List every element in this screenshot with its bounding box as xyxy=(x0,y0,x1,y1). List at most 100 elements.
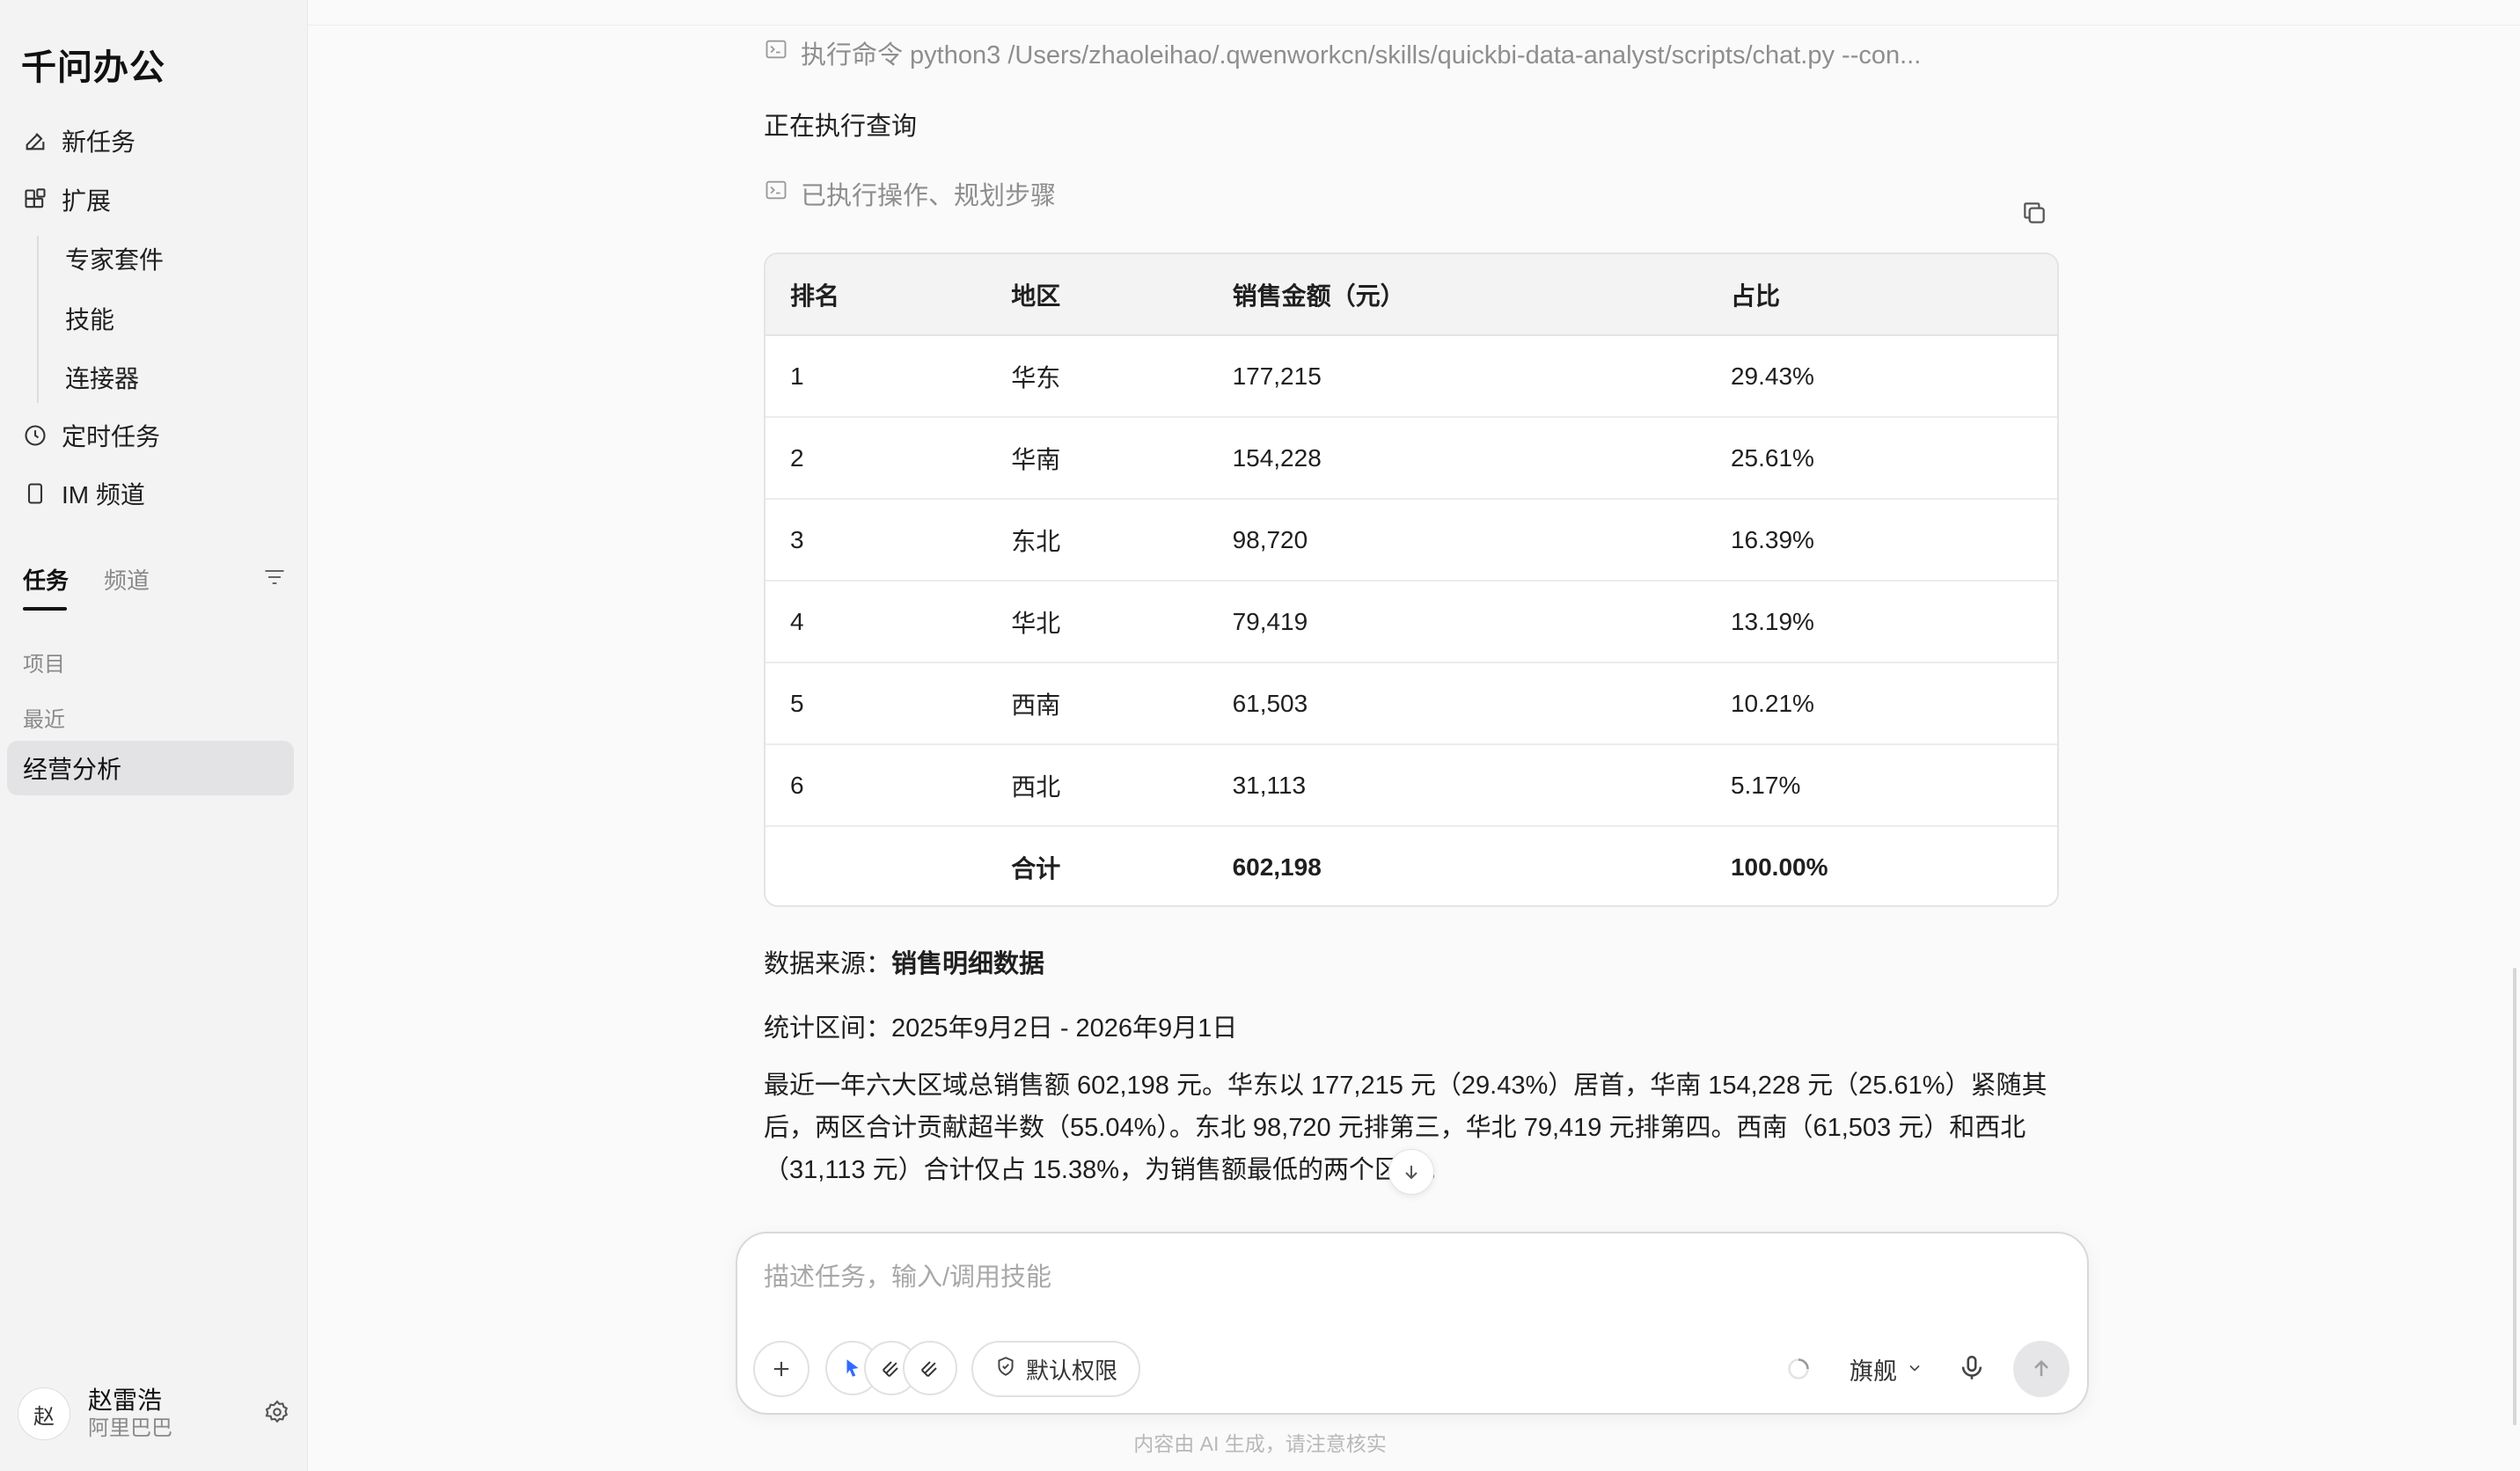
cell-share: 29.43% xyxy=(1730,362,1814,390)
table-header-row: 排名 地区 销售金额（元） 占比 xyxy=(766,254,2057,336)
cell-share: 5.17% xyxy=(1730,771,1801,799)
microphone-icon[interactable] xyxy=(1957,1353,1987,1387)
cell-region: 西北 xyxy=(1011,772,1061,801)
data-source: 数据来源：销售明细数据 xyxy=(764,943,1044,980)
nav-extensions[interactable]: 扩展 xyxy=(21,175,111,224)
cell-rank: 3 xyxy=(790,525,804,553)
edit-icon xyxy=(21,127,49,155)
header-region: 地区 xyxy=(986,254,1208,336)
nav-scheduled-tasks[interactable]: 定时任务 xyxy=(21,411,160,460)
nav-new-task[interactable]: 新任务 xyxy=(21,116,136,165)
cell-share: 16.39% xyxy=(1730,525,1814,553)
sub-tree-line xyxy=(37,236,39,403)
cell-region: 西南 xyxy=(1011,691,1061,719)
cell-region: 华南 xyxy=(1011,445,1061,473)
cell-amount: 154,228 xyxy=(1232,443,1322,472)
footer-note-text: 内容由 AI 生成，请注意核实 xyxy=(1133,1432,1387,1455)
table-row: 5 西南 61,503 10.21% xyxy=(766,662,2057,744)
cell-amount: 31,113 xyxy=(1232,771,1307,799)
cell-region: 东北 xyxy=(1011,527,1061,555)
cell-amount: 98,720 xyxy=(1232,525,1308,553)
phone-icon xyxy=(21,479,49,508)
cell-amount: 177,215 xyxy=(1232,362,1322,390)
command-text: 执行命令 python3 /Users/zhaoleihao/.qwenwork… xyxy=(801,41,1922,70)
ops-text: 已执行操作、规划步骤 xyxy=(801,182,1057,210)
cell-total-share: 100.00% xyxy=(1730,853,1828,881)
table-row: 1 华东 177,215 29.43% xyxy=(766,335,2057,417)
header-amount: 销售金额（元） xyxy=(1207,254,1706,336)
permission-label: 默认权限 xyxy=(1026,1357,1118,1384)
nav-im-channel[interactable]: IM 频道 xyxy=(21,469,145,518)
source-label: 数据来源： xyxy=(764,950,892,978)
copy-icon[interactable] xyxy=(2020,199,2048,231)
stat-period: 统计区间：2025年9月2日 - 2026年9月1日 xyxy=(764,1014,1238,1043)
app-title: 千问办公 xyxy=(21,48,165,87)
loading-spinner-icon xyxy=(1786,1357,1811,1386)
skill-chips xyxy=(825,1341,959,1397)
header-rank: 排名 xyxy=(766,254,987,336)
user-name: 赵雷浩 xyxy=(88,1387,163,1414)
source-value: 销售明细数据 xyxy=(891,950,1045,978)
cell-rank: 6 xyxy=(790,771,804,799)
cell-share: 10.21% xyxy=(1730,689,1814,717)
sidebar-item-connectors[interactable]: 连接器 xyxy=(65,353,139,402)
nav-label: 扩展 xyxy=(62,187,112,215)
cell-region: 华北 xyxy=(1011,609,1061,637)
cell-rank xyxy=(766,826,986,905)
top-divider xyxy=(308,25,2520,26)
sidebar: 千问办公 新任务 扩展 专家套件 技能 连接器 定时任务 IM 频道 任务 频道 xyxy=(0,0,308,1471)
composer: 默认权限 旗舰 xyxy=(736,1232,2089,1415)
table-row: 6 西北 31,113 5.17% xyxy=(766,744,2057,826)
table-row: 2 华南 154,228 25.61% xyxy=(766,417,2057,499)
section-projects: 项目 xyxy=(23,653,65,677)
clock-icon xyxy=(21,421,49,450)
task-channel-tabs: 任务 频道 xyxy=(23,553,287,614)
tab-underline xyxy=(23,607,67,611)
cell-region: 华东 xyxy=(1011,363,1061,392)
tab-channels[interactable]: 频道 xyxy=(104,553,150,605)
table-row: 3 东北 98,720 16.39% xyxy=(766,499,2057,581)
terminal-icon xyxy=(764,37,788,69)
chevron-down-icon xyxy=(1906,1356,1923,1383)
footer-note: 内容由 AI 生成，请注意核实 xyxy=(0,1427,2520,1457)
nav-label: 定时任务 xyxy=(62,423,161,450)
model-select[interactable]: 旗舰 xyxy=(1850,1348,1923,1390)
tab-tasks[interactable]: 任务 xyxy=(23,553,69,605)
permission-button[interactable]: 默认权限 xyxy=(971,1341,1141,1397)
send-button[interactable] xyxy=(2013,1341,2069,1397)
scroll-to-bottom-button[interactable] xyxy=(1388,1149,1434,1195)
table-row: 4 华北 79,419 13.19% xyxy=(766,581,2057,662)
cell-share: 13.19% xyxy=(1730,607,1814,635)
cell-amount: 79,419 xyxy=(1232,607,1308,635)
cell-rank: 5 xyxy=(790,689,804,717)
cell-rank: 1 xyxy=(790,362,804,390)
sidebar-item-expert-suite[interactable]: 专家套件 xyxy=(65,234,164,283)
shield-icon xyxy=(994,1355,1017,1384)
ops-log[interactable]: 已执行操作、规划步骤 xyxy=(764,174,1056,213)
filter-icon[interactable] xyxy=(262,565,287,594)
command-log[interactable]: 执行命令 python3 /Users/zhaoleihao/.qwenwork… xyxy=(764,33,1921,72)
scrollbar[interactable] xyxy=(2513,968,2516,1425)
cell-rank: 4 xyxy=(790,607,804,635)
cell-rank: 2 xyxy=(790,443,804,472)
recent-item-selected[interactable]: 经营分析 xyxy=(7,741,294,795)
status-text: 正在执行查询 xyxy=(764,113,918,141)
sales-table: 排名 地区 销售金额（元） 占比 1 华东 177,215 29.43% 2 华… xyxy=(764,252,2059,907)
task-input[interactable] xyxy=(764,1256,2057,1300)
layers-skill-icon[interactable] xyxy=(903,1341,957,1395)
cell-total-label: 合计 xyxy=(1011,855,1061,882)
nav-label: IM 频道 xyxy=(62,481,145,509)
extensions-icon xyxy=(21,186,49,214)
model-label: 旗舰 xyxy=(1850,1358,1897,1385)
nav-label: 新任务 xyxy=(62,128,136,156)
cell-total-amount: 602,198 xyxy=(1232,853,1322,881)
header-share: 占比 xyxy=(1705,254,2057,336)
gear-icon[interactable] xyxy=(264,1399,290,1430)
terminal-icon xyxy=(764,178,788,209)
table-total-row: 合计 602,198 100.00% xyxy=(766,826,2057,905)
cell-share: 25.61% xyxy=(1730,443,1814,472)
sidebar-item-skills[interactable]: 技能 xyxy=(65,294,114,343)
add-button[interactable] xyxy=(753,1341,809,1397)
section-recent: 最近 xyxy=(23,708,65,732)
cell-amount: 61,503 xyxy=(1232,689,1308,717)
